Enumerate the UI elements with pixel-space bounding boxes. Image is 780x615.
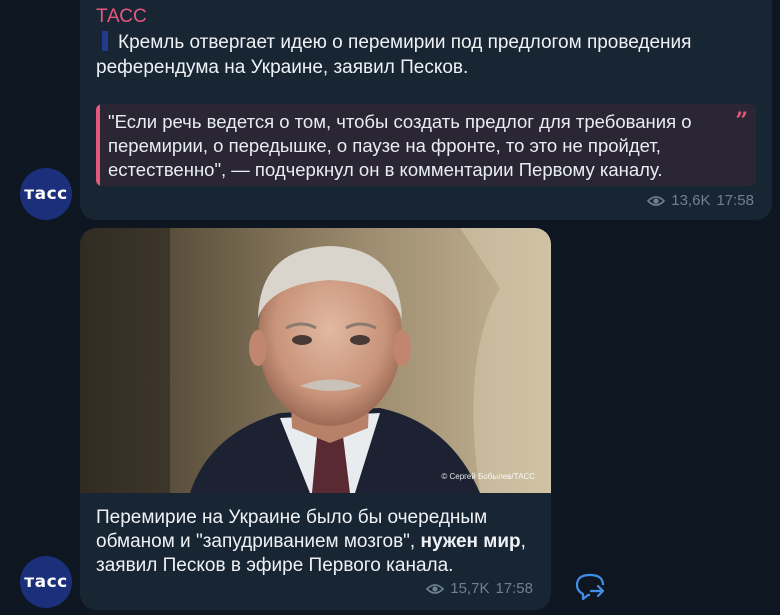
message-text: Кремль отвергает идею о перемирии под пр… (96, 30, 756, 80)
flag-icon (102, 31, 108, 51)
message-time: 17:58 (716, 192, 754, 209)
eye-icon (647, 195, 666, 206)
eye-icon (426, 583, 445, 594)
share-button[interactable] (572, 568, 608, 604)
message-body: Кремль отвергает идею о перемирии под пр… (96, 32, 692, 78)
portrait-image (80, 228, 551, 493)
view-count: 13,6K (671, 192, 711, 209)
quote-block: "Если речь ведется о том, чтобы создать … (96, 104, 756, 186)
quote-text: "Если речь ведется о том, чтобы создать … (108, 111, 692, 180)
channel-avatar[interactable]: тасс (20, 168, 72, 220)
message-bubble[interactable]: ТАСС Кремль отвергает идею о перемирии п… (80, 0, 772, 220)
share-icon (575, 573, 605, 601)
photo-credit: © Сергей Бобылев/ТАСС (441, 472, 535, 481)
message-bubble[interactable]: © Сергей Бобылев/ТАСС Перемирие на Украи… (80, 228, 551, 610)
message-meta: 15,7K 17:58 (426, 580, 533, 597)
quote-mark-icon: ” (735, 108, 748, 134)
message-caption: Перемирие на Украине было бы очередным о… (96, 506, 536, 578)
message-meta: 13,6K 17:58 (647, 192, 754, 209)
message-time: 17:58 (495, 580, 533, 597)
sender-name[interactable]: ТАСС (96, 6, 147, 28)
caption-bold-text: нужен мир (420, 531, 521, 552)
message-photo[interactable]: © Сергей Бобылев/ТАСС (80, 228, 551, 493)
view-count: 15,7K (450, 580, 490, 597)
quote-bar (96, 104, 100, 186)
channel-avatar[interactable]: тасс (20, 556, 72, 608)
